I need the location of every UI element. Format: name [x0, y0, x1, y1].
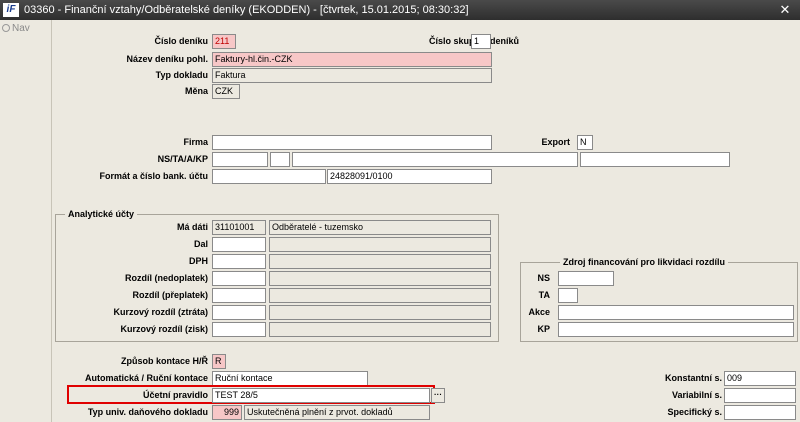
dal-code-field[interactable] — [212, 237, 266, 252]
rozdil-nedoplatek-code-field[interactable] — [212, 271, 266, 286]
nav-toggle[interactable]: Nav — [2, 23, 30, 34]
nav-icon — [2, 24, 10, 32]
export-field[interactable]: N — [577, 135, 593, 150]
zpusob-kontace-label: Způsob kontace H/Ř — [120, 356, 208, 366]
kurz-ztrata-label: Kurzový rozdíl (ztráta) — [113, 307, 208, 317]
typ-univ-name-field: Uskutečněná plnění z prvot. dokladů — [244, 405, 430, 420]
analyticke-ucty-title: Analytické účty — [65, 208, 138, 220]
cislo-deniku-label: Číslo deníku — [154, 36, 208, 46]
sidebar: Nav — [0, 20, 52, 422]
konstantni-label: Konstantní s. — [664, 373, 722, 383]
akce-field[interactable] — [292, 152, 578, 167]
rozdil-nedoplatek-name-field — [269, 271, 491, 286]
export-label: Export — [541, 137, 570, 147]
nav-label: Nav — [12, 23, 30, 34]
ns-ta-a-kp-label: NS/TA/A/KP — [157, 154, 208, 164]
dph-name-field — [269, 254, 491, 269]
format-uctu-field[interactable] — [212, 169, 326, 184]
zdroj-kp-field[interactable] — [558, 322, 794, 337]
typ-univ-label: Typ univ. daňového dokladu — [87, 407, 208, 417]
typ-dokladu-field: Faktura — [212, 68, 492, 83]
variabilni-label: Variabilní s. — [671, 390, 722, 400]
kurz-ztrata-code-field[interactable] — [212, 305, 266, 320]
nazev-deniku-field[interactable]: Faktury-hl.čin.-CZK — [212, 52, 492, 67]
close-icon[interactable]: ✕ — [778, 3, 792, 17]
window-title: 03360 - Finanční vztahy/Odběratelské den… — [24, 4, 469, 16]
ucetni-pravidlo-label: Účetní pravidlo — [142, 390, 208, 400]
ma-dati-code-field[interactable]: 31101001 — [212, 220, 266, 235]
zdroj-kp-label: KP — [537, 324, 550, 334]
zdroj-financovani-title: Zdroj financování pro likvidaci rozdílu — [560, 256, 729, 268]
auto-rucni-kontace-label: Automatická / Ruční kontace — [84, 373, 208, 383]
ta-field[interactable] — [270, 152, 290, 167]
ucetni-pravidlo-field[interactable]: TEST 28/5 — [212, 388, 430, 403]
ellipsis-icon[interactable]: ··· — [431, 388, 445, 403]
zdroj-akce-field[interactable] — [558, 305, 794, 320]
nazev-deniku-label: Název deníku pohl. — [126, 54, 208, 64]
typ-dokladu-label: Typ dokladu — [155, 70, 208, 80]
window-title-bar: iF 03360 - Finanční vztahy/Odběratelské … — [0, 0, 800, 20]
mena-field: CZK — [212, 84, 240, 99]
kurz-zisk-name-field — [269, 322, 491, 337]
rozdil-preplatek-code-field[interactable] — [212, 288, 266, 303]
format-ucet-label: Formát a číslo bank. účtu — [99, 171, 208, 181]
specificky-field[interactable] — [724, 405, 796, 420]
dph-label: DPH — [188, 256, 208, 266]
app-logo-icon: iF — [3, 3, 19, 17]
auto-rucni-kontace-field[interactable]: Ruční kontace — [212, 371, 368, 386]
specificky-label: Specifický s. — [667, 407, 722, 417]
mena-label: Měna — [184, 86, 208, 96]
rozdil-preplatek-name-field — [269, 288, 491, 303]
ma-dati-label: Má dáti — [176, 222, 208, 232]
zdroj-ta-label: TA — [538, 290, 550, 300]
cislo-skupiny-field[interactable]: 1 — [471, 34, 491, 49]
zdroj-ns-field[interactable] — [558, 271, 614, 286]
variabilni-field[interactable] — [724, 388, 796, 403]
kp-field[interactable] — [580, 152, 730, 167]
typ-univ-code-field[interactable]: 999 — [212, 405, 242, 420]
ma-dati-name-field: Odběratelé - tuzemsko — [269, 220, 491, 235]
zdroj-ns-label: NS — [537, 273, 550, 283]
dph-code-field[interactable] — [212, 254, 266, 269]
konstantni-field[interactable]: 009 — [724, 371, 796, 386]
cislo-uctu-field[interactable]: 24828091/0100 — [327, 169, 492, 184]
cislo-deniku-field[interactable]: 211 — [212, 34, 236, 49]
kurz-zisk-label: Kurzový rozdíl (zisk) — [120, 324, 208, 334]
zdroj-akce-label: Akce — [528, 307, 550, 317]
kurz-zisk-code-field[interactable] — [212, 322, 266, 337]
dal-label: Dal — [193, 239, 208, 249]
kurz-ztrata-name-field — [269, 305, 491, 320]
form-area: Číslo deníku 211 Číslo skupiny deníků 1 … — [53, 20, 800, 422]
rozdil-preplatek-label: Rozdíl (přeplatek) — [132, 290, 208, 300]
dal-name-field — [269, 237, 491, 252]
zpusob-kontace-field[interactable]: R — [212, 354, 226, 369]
firma-label: Firma — [183, 137, 208, 147]
rozdil-nedoplatek-label: Rozdíl (nedoplatek) — [125, 273, 208, 283]
firma-field[interactable] — [212, 135, 492, 150]
zdroj-ta-field[interactable] — [558, 288, 578, 303]
ns-field[interactable] — [212, 152, 268, 167]
